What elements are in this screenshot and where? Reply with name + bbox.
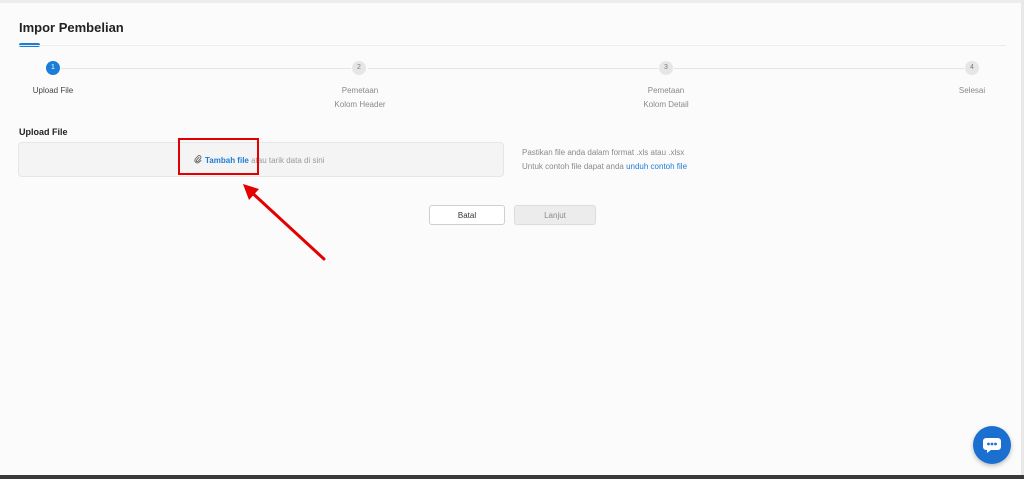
chat-button[interactable] xyxy=(973,426,1011,464)
stepper-connector xyxy=(61,68,351,69)
bottom-border xyxy=(0,475,1024,479)
drag-hint-text: atau tarik data di sini xyxy=(251,156,325,165)
step-1-indicator: 1 xyxy=(46,61,60,75)
step-2-indicator: 2 xyxy=(352,61,366,75)
format-hint: Pastikan file anda dalam format .xls ata… xyxy=(522,148,685,157)
stepper-connector xyxy=(368,68,658,69)
step-3-indicator: 3 xyxy=(659,61,673,75)
example-hint-text: Untuk contoh file dapat anda xyxy=(522,162,627,171)
annotation-highlight-box xyxy=(178,138,259,175)
stepper-connector xyxy=(674,68,964,69)
download-example-link[interactable]: unduh contoh file xyxy=(626,162,687,171)
top-border xyxy=(0,0,1024,3)
example-file-hint: Untuk contoh file dapat anda unduh conto… xyxy=(522,162,687,171)
title-divider xyxy=(19,45,1006,46)
step-4-indicator: 4 xyxy=(965,61,979,75)
next-button[interactable]: Lanjut xyxy=(514,205,596,225)
chat-bubble-icon xyxy=(983,438,1001,453)
upload-file-label: Upload File xyxy=(19,127,68,137)
step-3-label: Pemetaan Kolom Detail xyxy=(643,86,689,109)
step-1-label: Upload File xyxy=(32,86,74,95)
file-dropzone[interactable]: Tambah file atau tarik data di sini xyxy=(18,142,504,177)
annotation-arrow-icon xyxy=(243,184,326,261)
page-title: Impor Pembelian xyxy=(19,20,124,35)
step-2-label: Pemetaan Kolom Header xyxy=(334,86,386,109)
step-4-label: Selesai xyxy=(958,86,986,95)
cancel-button[interactable]: Batal xyxy=(429,205,505,225)
